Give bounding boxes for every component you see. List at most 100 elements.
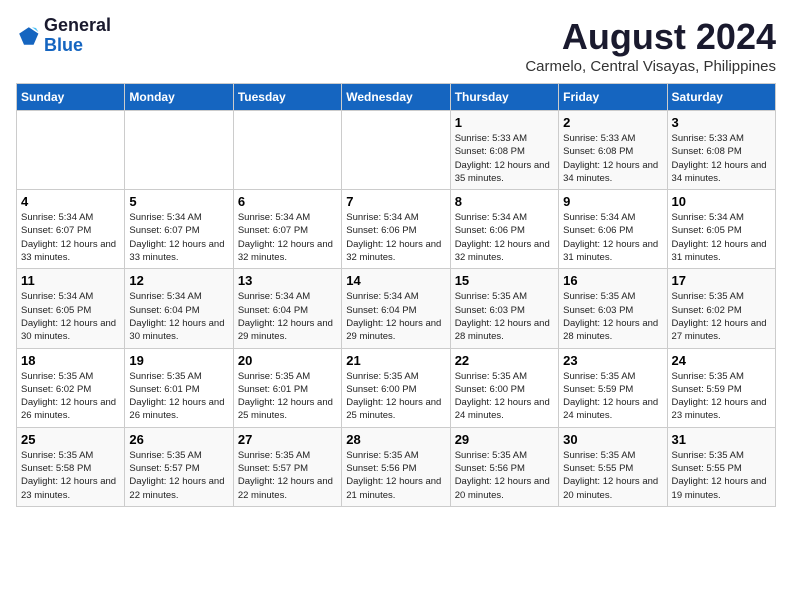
calendar-cell: 26Sunrise: 5:35 AMSunset: 5:57 PMDayligh… — [125, 427, 233, 506]
day-number: 25 — [21, 432, 120, 447]
calendar-cell: 2 Sunrise: 5:33 AMSunset: 6:08 PMDaylight… — [559, 111, 667, 190]
calendar-cell: 23Sunrise: 5:35 AMSunset: 5:59 PMDayligh… — [559, 348, 667, 427]
day-number: 15 — [455, 273, 554, 288]
calendar-cell: 3 Sunrise: 5:33 AMSunset: 6:08 PMDaylight… — [667, 111, 775, 190]
calendar-cell: 22 Sunrise: 5:35 AMSunset: 6:00 PMDayligh… — [450, 348, 558, 427]
calendar-cell: 15 Sunrise: 5:35 AMSunset: 6:03 PMDayligh… — [450, 269, 558, 348]
day-info: Sunrise: 5:35 AMSunset: 5:57 PMDaylight:… — [238, 449, 337, 502]
day-number: 14 — [346, 273, 445, 288]
day-info: Sunrise: 5:35 AMSunset: 5:56 PMDaylight:… — [346, 449, 445, 502]
day-info: Sunrise: 5:35 AMSunset: 6:03 PMDaylight:… — [563, 290, 662, 343]
day-number: 29 — [455, 432, 554, 447]
day-number: 21 — [346, 353, 445, 368]
calendar-cell: 12 Sunrise: 5:34 AMSunset: 6:04 PMDayligh… — [125, 269, 233, 348]
day-info: Sunrise: 5:35 AMSunset: 6:01 PMDaylight:… — [129, 370, 228, 423]
day-info: Sunrise: 5:35 AMSunset: 6:00 PMDaylight:… — [346, 370, 445, 423]
day-info: Sunrise: 5:34 AMSunset: 6:05 PMDaylight:… — [672, 211, 771, 264]
calendar-cell: 24Sunrise: 5:35 AMSunset: 5:59 PMDayligh… — [667, 348, 775, 427]
day-info: Sunrise: 5:35 AMSunset: 5:59 PMDaylight:… — [563, 370, 662, 423]
day-number: 6 — [238, 194, 337, 209]
day-number: 10 — [672, 194, 771, 209]
calendar-week-row: 1Sunrise: 5:33 AMSunset: 6:08 PMDaylight… — [17, 111, 776, 190]
calendar-cell: 7 Sunrise: 5:34 AMSunset: 6:06 PMDaylight… — [342, 190, 450, 269]
day-number: 3 — [672, 115, 771, 130]
day-info: Sunrise: 5:34 AMSunset: 6:07 PMDaylight:… — [129, 211, 228, 264]
day-number: 27 — [238, 432, 337, 447]
calendar-week-row: 4 Sunrise: 5:34 AMSunset: 6:07 PMDaylight… — [17, 190, 776, 269]
calendar-cell: 1Sunrise: 5:33 AMSunset: 6:08 PMDaylight… — [450, 111, 558, 190]
day-info: Sunrise: 5:34 AMSunset: 6:06 PMDaylight:… — [346, 211, 445, 264]
day-info: Sunrise: 5:35 AMSunset: 6:00 PMDaylight:… — [455, 370, 554, 423]
calendar-cell: 6 Sunrise: 5:34 AMSunset: 6:07 PMDaylight… — [233, 190, 341, 269]
calendar-cell: 13 Sunrise: 5:34 AMSunset: 6:04 PMDayligh… — [233, 269, 341, 348]
calendar-cell: 28 Sunrise: 5:35 AMSunset: 5:56 PMDayligh… — [342, 427, 450, 506]
calendar-cell: 11 Sunrise: 5:34 AMSunset: 6:05 PMDayligh… — [17, 269, 125, 348]
calendar-header-row: SundayMondayTuesdayWednesdayThursdayFrid… — [17, 84, 776, 111]
header-day-wednesday: Wednesday — [342, 84, 450, 111]
day-info: Sunrise: 5:34 AMSunset: 6:07 PMDaylight:… — [238, 211, 337, 264]
day-number: 19 — [129, 353, 228, 368]
day-number: 2 — [563, 115, 662, 130]
day-number: 4 — [21, 194, 120, 209]
calendar-week-row: 11 Sunrise: 5:34 AMSunset: 6:05 PMDayligh… — [17, 269, 776, 348]
calendar-cell: 9 Sunrise: 5:34 AMSunset: 6:06 PMDaylight… — [559, 190, 667, 269]
calendar-cell: 21 Sunrise: 5:35 AMSunset: 6:00 PMDayligh… — [342, 348, 450, 427]
calendar-cell: 19 Sunrise: 5:35 AMSunset: 6:01 PMDayligh… — [125, 348, 233, 427]
day-info: Sunrise: 5:34 AMSunset: 6:05 PMDaylight:… — [21, 290, 120, 343]
day-number: 22 — [455, 353, 554, 368]
day-number: 28 — [346, 432, 445, 447]
day-info: Sunrise: 5:33 AMSunset: 6:08 PMDaylight:… — [672, 132, 771, 185]
day-info: Sunrise: 5:34 AMSunset: 6:06 PMDaylight:… — [455, 211, 554, 264]
calendar-cell — [125, 111, 233, 190]
calendar-cell: 14Sunrise: 5:34 AMSunset: 6:04 PMDayligh… — [342, 269, 450, 348]
calendar-cell — [233, 111, 341, 190]
day-info: Sunrise: 5:35 AMSunset: 5:55 PMDaylight:… — [672, 449, 771, 502]
day-number: 18 — [21, 353, 120, 368]
header-day-monday: Monday — [125, 84, 233, 111]
header-day-saturday: Saturday — [667, 84, 775, 111]
calendar-cell: 16 Sunrise: 5:35 AMSunset: 6:03 PMDayligh… — [559, 269, 667, 348]
calendar-cell: 20Sunrise: 5:35 AMSunset: 6:01 PMDayligh… — [233, 348, 341, 427]
day-info: Sunrise: 5:35 AMSunset: 6:03 PMDaylight:… — [455, 290, 554, 343]
calendar-cell: 5 Sunrise: 5:34 AMSunset: 6:07 PMDaylight… — [125, 190, 233, 269]
calendar-cell — [342, 111, 450, 190]
logo-icon — [16, 24, 40, 48]
day-info: Sunrise: 5:34 AMSunset: 6:07 PMDaylight:… — [21, 211, 120, 264]
calendar-body: 1Sunrise: 5:33 AMSunset: 6:08 PMDaylight… — [17, 111, 776, 507]
day-number: 9 — [563, 194, 662, 209]
month-year-title: August 2024 — [525, 16, 776, 58]
day-info: Sunrise: 5:34 AMSunset: 6:04 PMDaylight:… — [238, 290, 337, 343]
calendar-cell: 18 Sunrise: 5:35 AMSunset: 6:02 PMDayligh… — [17, 348, 125, 427]
day-number: 5 — [129, 194, 228, 209]
day-number: 30 — [563, 432, 662, 447]
day-info: Sunrise: 5:35 AMSunset: 5:57 PMDaylight:… — [129, 449, 228, 502]
calendar-cell: 8Sunrise: 5:34 AMSunset: 6:06 PMDaylight… — [450, 190, 558, 269]
calendar-table: SundayMondayTuesdayWednesdayThursdayFrid… — [16, 83, 776, 507]
day-info: Sunrise: 5:33 AMSunset: 6:08 PMDaylight:… — [455, 132, 554, 185]
header-day-thursday: Thursday — [450, 84, 558, 111]
day-info: Sunrise: 5:34 AMSunset: 6:04 PMDaylight:… — [129, 290, 228, 343]
day-number: 12 — [129, 273, 228, 288]
calendar-cell: 30Sunrise: 5:35 AMSunset: 5:55 PMDayligh… — [559, 427, 667, 506]
title-block: August 2024 Carmelo, Central Visayas, Ph… — [525, 16, 776, 75]
day-number: 16 — [563, 273, 662, 288]
page-header: General Blue August 2024 Carmelo, Centra… — [16, 16, 776, 75]
day-number: 31 — [672, 432, 771, 447]
location-subtitle: Carmelo, Central Visayas, Philippines — [525, 58, 776, 75]
header-day-sunday: Sunday — [17, 84, 125, 111]
logo-text-blue: Blue — [44, 36, 111, 56]
calendar-cell: 25Sunrise: 5:35 AMSunset: 5:58 PMDayligh… — [17, 427, 125, 506]
logo-text-general: General — [44, 16, 111, 36]
calendar-week-row: 18 Sunrise: 5:35 AMSunset: 6:02 PMDayligh… — [17, 348, 776, 427]
day-number: 13 — [238, 273, 337, 288]
day-info: Sunrise: 5:33 AMSunset: 6:08 PMDaylight:… — [563, 132, 662, 185]
calendar-cell: 10 Sunrise: 5:34 AMSunset: 6:05 PMDayligh… — [667, 190, 775, 269]
day-info: Sunrise: 5:35 AMSunset: 6:02 PMDaylight:… — [21, 370, 120, 423]
calendar-week-row: 25Sunrise: 5:35 AMSunset: 5:58 PMDayligh… — [17, 427, 776, 506]
day-number: 7 — [346, 194, 445, 209]
calendar-cell: 27 Sunrise: 5:35 AMSunset: 5:57 PMDayligh… — [233, 427, 341, 506]
day-info: Sunrise: 5:35 AMSunset: 6:01 PMDaylight:… — [238, 370, 337, 423]
day-info: Sunrise: 5:34 AMSunset: 6:06 PMDaylight:… — [563, 211, 662, 264]
calendar-cell: 29Sunrise: 5:35 AMSunset: 5:56 PMDayligh… — [450, 427, 558, 506]
day-number: 11 — [21, 273, 120, 288]
